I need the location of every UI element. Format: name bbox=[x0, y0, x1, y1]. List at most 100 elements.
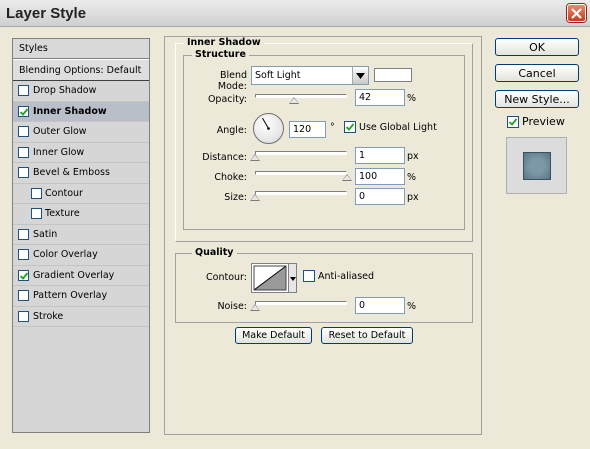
choke-slider-thumb[interactable] bbox=[342, 174, 352, 181]
noise-unit: % bbox=[407, 301, 417, 312]
noise-slider[interactable] bbox=[255, 301, 347, 305]
make-default-button[interactable]: Make Default bbox=[235, 327, 312, 344]
opacity-label: Opacity: bbox=[207, 94, 247, 105]
style-item-label: Pattern Overlay bbox=[33, 290, 108, 301]
noise-input[interactable]: 0 bbox=[355, 297, 405, 314]
style-item-checkbox[interactable] bbox=[31, 208, 42, 219]
style-item-label: Texture bbox=[45, 208, 80, 219]
blending-options-item[interactable]: Blending Options: Default bbox=[13, 59, 149, 81]
quality-title: Quality bbox=[192, 247, 237, 258]
blending-options-label: Blending Options: Default bbox=[19, 65, 142, 76]
style-item-texture[interactable]: Texture bbox=[13, 204, 149, 225]
checkmark-icon bbox=[19, 107, 29, 116]
blend-mode-label: Blend Mode: bbox=[217, 70, 247, 92]
noise-value: 0 bbox=[359, 300, 366, 311]
noise-label: Noise: bbox=[217, 301, 247, 312]
style-item-label: Color Overlay bbox=[33, 249, 98, 260]
inner-shadow-panel: Inner Shadow Structure Blend Mode: Soft … bbox=[164, 36, 482, 435]
angle-input[interactable]: 120 bbox=[289, 121, 326, 138]
style-item-checkbox[interactable] bbox=[18, 290, 29, 301]
style-item-inner-glow[interactable]: Inner Glow bbox=[13, 143, 149, 163]
style-item-label: Contour bbox=[45, 187, 83, 199]
choke-value: 100 bbox=[359, 171, 378, 182]
noise-slider-thumb[interactable] bbox=[250, 304, 260, 311]
anti-aliased-label: Anti-aliased bbox=[318, 271, 375, 282]
style-item-bevel-emboss[interactable]: Bevel & Emboss bbox=[13, 163, 149, 184]
distance-unit: px bbox=[407, 151, 419, 162]
quality-group bbox=[175, 253, 473, 323]
reset-to-default-button[interactable]: Reset to Default bbox=[321, 327, 413, 344]
style-item-pattern-overlay[interactable]: Pattern Overlay bbox=[13, 286, 149, 307]
make-default-label: Make Default bbox=[242, 330, 305, 341]
blend-mode-select[interactable]: Soft Light bbox=[251, 66, 369, 85]
style-item-checkbox[interactable] bbox=[18, 228, 29, 240]
size-input[interactable]: 0 bbox=[355, 188, 405, 205]
style-item-label: Inner Shadow bbox=[33, 105, 107, 117]
opacity-slider-thumb[interactable] bbox=[288, 97, 299, 104]
contour-dropdown-button[interactable] bbox=[289, 263, 297, 293]
style-item-checkbox[interactable] bbox=[18, 310, 29, 322]
style-item-checkbox[interactable] bbox=[18, 269, 29, 281]
preview-label: Preview bbox=[522, 115, 565, 128]
style-item-inner-shadow[interactable]: Inner Shadow bbox=[13, 101, 149, 122]
new-style-label: New Style... bbox=[504, 93, 570, 106]
style-preview-swatch bbox=[523, 152, 551, 180]
chevron-down-icon bbox=[290, 277, 296, 281]
opacity-value: 42 bbox=[359, 92, 372, 103]
style-item-gradient-overlay[interactable]: Gradient Overlay bbox=[13, 266, 149, 286]
angle-dial[interactable] bbox=[253, 113, 284, 144]
anti-aliased-checkbox[interactable] bbox=[303, 270, 315, 282]
style-item-label: Inner Glow bbox=[33, 146, 85, 158]
size-slider[interactable] bbox=[255, 191, 347, 195]
distance-slider-thumb[interactable] bbox=[250, 154, 260, 161]
distance-input[interactable]: 1 bbox=[355, 147, 405, 164]
style-item-checkbox[interactable] bbox=[18, 85, 29, 96]
preview-checkbox[interactable] bbox=[507, 116, 519, 128]
new-style-button[interactable]: New Style... bbox=[495, 90, 579, 108]
style-item-checkbox[interactable] bbox=[18, 146, 29, 158]
style-item-checkbox[interactable] bbox=[31, 187, 42, 199]
size-label: Size: bbox=[224, 192, 247, 203]
style-item-label: Bevel & Emboss bbox=[33, 167, 110, 178]
style-item-checkbox[interactable] bbox=[18, 249, 29, 260]
size-slider-thumb[interactable] bbox=[250, 194, 260, 201]
style-item-drop-shadow[interactable]: Drop Shadow bbox=[13, 81, 149, 102]
contour-thumbnail[interactable] bbox=[251, 263, 289, 293]
ok-label: OK bbox=[529, 41, 545, 54]
style-item-checkbox[interactable] bbox=[18, 167, 29, 178]
size-unit: px bbox=[407, 192, 419, 203]
style-item-color-overlay[interactable]: Color Overlay bbox=[13, 245, 149, 266]
style-item-contour[interactable]: Contour bbox=[13, 184, 149, 204]
choke-slider[interactable] bbox=[255, 171, 347, 175]
style-item-label: Gradient Overlay bbox=[33, 269, 115, 281]
ok-button[interactable]: OK bbox=[495, 38, 579, 56]
blend-mode-dropdown-button[interactable] bbox=[352, 67, 368, 84]
distance-slider[interactable] bbox=[255, 151, 347, 155]
window-title: Layer Style bbox=[6, 5, 87, 22]
opacity-slider[interactable] bbox=[255, 94, 347, 98]
style-item-satin[interactable]: Satin bbox=[13, 225, 149, 245]
angle-needle-icon bbox=[262, 117, 270, 130]
angle-label: Angle: bbox=[216, 125, 247, 136]
use-global-light-checkbox[interactable] bbox=[344, 121, 356, 133]
style-preview bbox=[506, 137, 567, 194]
inner-shadow-title: Inner Shadow bbox=[184, 37, 264, 48]
chevron-down-icon bbox=[356, 73, 365, 79]
styles-header-label: Styles bbox=[19, 43, 48, 54]
contour-label: Contour: bbox=[206, 272, 247, 283]
style-item-checkbox[interactable] bbox=[18, 105, 29, 117]
styles-header[interactable]: Styles bbox=[13, 39, 149, 59]
style-item-outer-glow[interactable]: Outer Glow bbox=[13, 122, 149, 143]
shadow-color-swatch[interactable] bbox=[374, 68, 412, 82]
style-item-stroke[interactable]: Stroke bbox=[13, 307, 149, 327]
choke-input[interactable]: 100 bbox=[355, 168, 405, 185]
checkmark-icon bbox=[19, 271, 29, 280]
opacity-input[interactable]: 42 bbox=[355, 89, 405, 106]
style-item-checkbox[interactable] bbox=[18, 126, 29, 137]
style-items: Drop Shadow Inner Shadow Outer Glow Inner G… bbox=[13, 81, 149, 327]
close-button[interactable] bbox=[567, 4, 586, 22]
cancel-button[interactable]: Cancel bbox=[495, 64, 579, 82]
dialog-body: Styles Blending Options: Default Drop Sh… bbox=[0, 27, 590, 449]
title-bar: Layer Style bbox=[0, 0, 590, 27]
reset-to-default-label: Reset to Default bbox=[328, 330, 406, 341]
